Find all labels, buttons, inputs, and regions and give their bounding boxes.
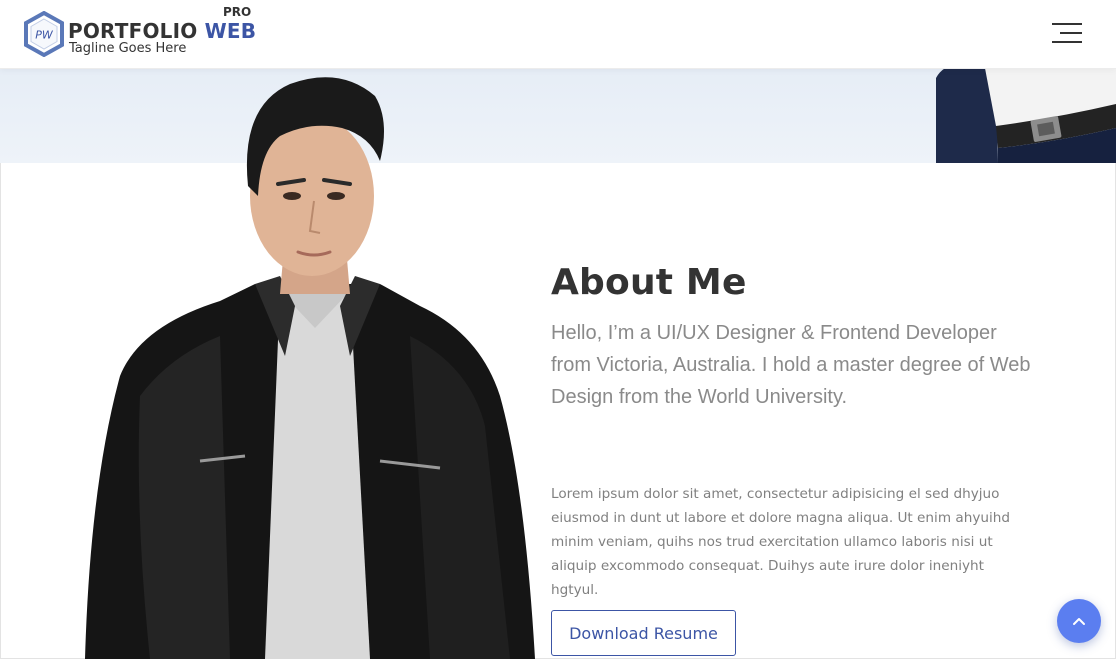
site-header: PW PORTFOLIO WEB PRO Tagline Goes Here (0, 0, 1116, 69)
about-section: About Me Hello, I’m a UI/UX Designer & F… (551, 262, 1051, 598)
scroll-to-top-button[interactable] (1057, 599, 1101, 643)
logo-title-main: PORTFOLIO (68, 19, 198, 43)
svg-text:PW: PW (35, 29, 54, 42)
logo-title: PORTFOLIO WEB (68, 19, 256, 43)
hamburger-icon-line (1052, 23, 1082, 25)
download-resume-button[interactable]: Download Resume (551, 610, 736, 656)
logo-title-accent: WEB (204, 19, 257, 43)
about-title: About Me (551, 262, 747, 303)
logo-tagline: Tagline Goes Here (69, 41, 187, 56)
profile-photo (80, 66, 540, 659)
hamburger-icon-line (1052, 41, 1082, 43)
partial-person-photo (936, 68, 1116, 163)
about-body: Lorem ipsum dolor sit amet, consectetur … (551, 485, 1011, 598)
hamburger-menu-button[interactable] (1052, 21, 1086, 47)
chevron-up-icon (1073, 618, 1085, 625)
about-intro: Hello, I’m a UI/UX Designer & Frontend D… (551, 322, 1031, 408)
logo-badge-icon: PW (24, 11, 64, 57)
hamburger-icon-line (1060, 32, 1082, 34)
logo-pro-label: PRO (223, 5, 252, 19)
site-logo[interactable]: PW PORTFOLIO WEB PRO Tagline Goes Here (23, 5, 263, 59)
